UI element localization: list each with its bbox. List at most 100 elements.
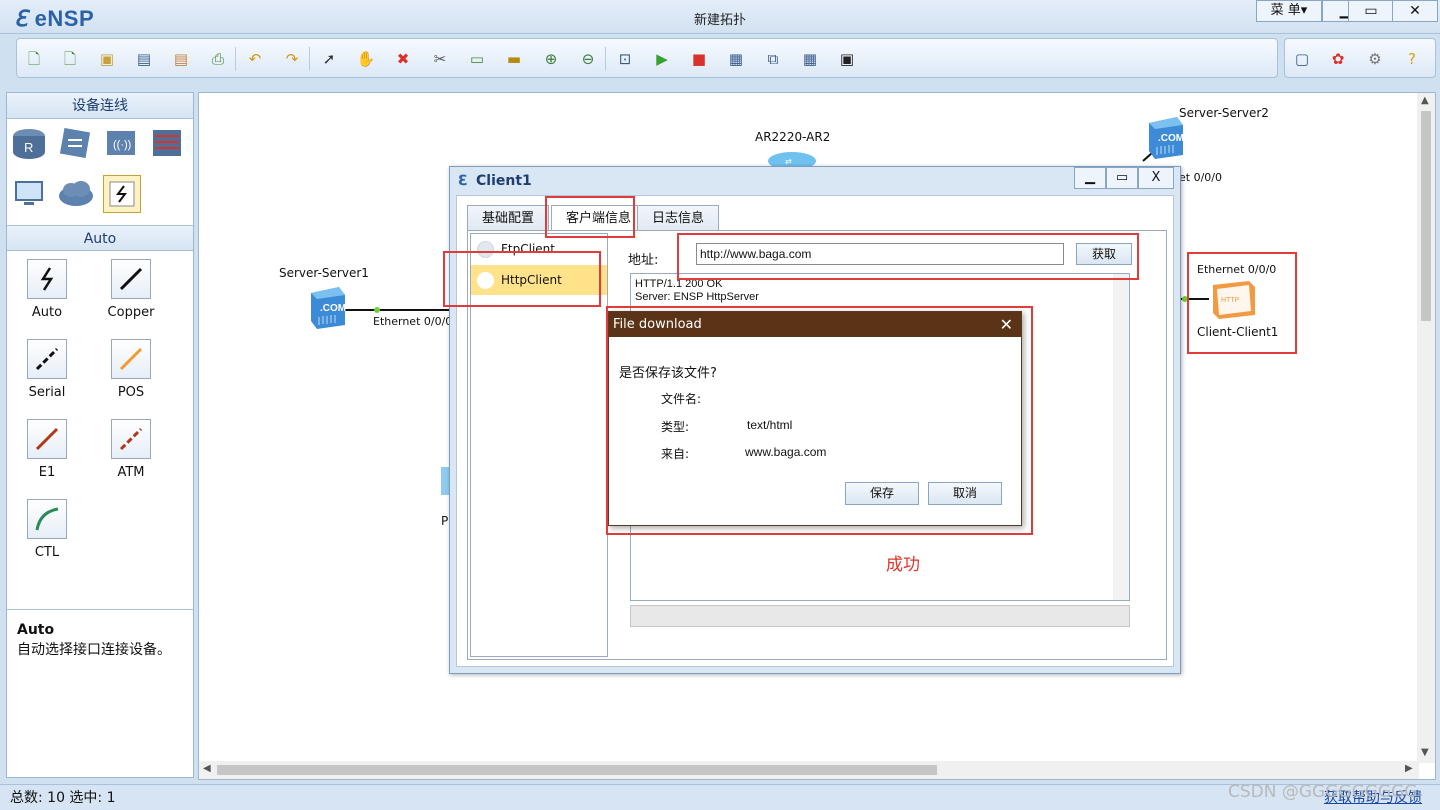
from-label: 来自: xyxy=(661,447,690,461)
svg-text:.COM: .COM xyxy=(1158,133,1184,144)
server1-port-label: Ethernet 0/0/0 xyxy=(373,315,453,328)
pc-icon[interactable] xyxy=(11,175,47,211)
cable-serial[interactable]: Serial xyxy=(17,339,77,400)
server2-icon[interactable]: .COM xyxy=(1145,115,1185,159)
help-icon[interactable]: ? xyxy=(1401,48,1423,70)
settings-icon[interactable]: ⚙ xyxy=(1364,48,1386,70)
device-category-grid: R ((·)) xyxy=(7,119,193,225)
rectangle-icon[interactable]: ▬ xyxy=(503,48,525,70)
cable-description: Auto 自动选择接口连接设备。 xyxy=(7,609,193,777)
save-button[interactable]: 保存 xyxy=(845,482,919,505)
cable-pos[interactable]: POS xyxy=(101,339,161,400)
close-button[interactable]: ✕ xyxy=(1392,0,1438,22)
cable-list: Auto Copper Serial POS E1 ATM CTL xyxy=(7,251,193,607)
cable-copper[interactable]: Copper xyxy=(101,259,161,320)
zoom-out-icon[interactable]: ⊖ xyxy=(577,48,599,70)
client-window-title: Client1 xyxy=(476,173,532,189)
server1-icon[interactable]: .COM xyxy=(307,285,347,329)
fit-icon[interactable]: ⊡ xyxy=(614,48,636,70)
server2-port-label: et 0/0/0 xyxy=(1179,171,1222,184)
cable-e1[interactable]: E1 xyxy=(17,419,77,480)
client-port-label: Ethernet 0/0/0 xyxy=(1197,263,1277,276)
cable-atm[interactable]: ATM xyxy=(101,419,161,480)
secondary-toolbar: ▢ ✿ ⚙ ? xyxy=(1284,38,1436,78)
chat-icon[interactable]: ▢ xyxy=(1291,48,1313,70)
cloud-icon[interactable] xyxy=(57,175,93,211)
print-icon[interactable]: ⎙ xyxy=(207,48,229,70)
new-topo-icon[interactable]: 🗋 xyxy=(23,48,45,70)
cable-auto[interactable]: Auto xyxy=(17,259,77,320)
list-item-ftpclient[interactable]: FtpClient xyxy=(471,234,607,264)
cable-ctl[interactable]: CTL xyxy=(17,499,77,560)
client-type-list: FtpClient HttpClient xyxy=(470,233,608,657)
delete-icon[interactable]: ✖ xyxy=(392,48,414,70)
response-line: HTTP/1.1 200 OK xyxy=(635,278,723,290)
svg-text:.COM: .COM xyxy=(320,303,346,314)
http-circle-icon xyxy=(477,272,494,289)
horizontal-scrollbar[interactable]: ◀ ▶ xyxy=(199,761,1419,779)
undo-icon[interactable]: ↶ xyxy=(244,48,266,70)
response-scrollbar[interactable] xyxy=(1113,274,1129,600)
maximize-button[interactable]: ▭ xyxy=(1348,0,1394,22)
type-value: text/html xyxy=(747,418,793,432)
svg-text:⇄: ⇄ xyxy=(785,157,792,166)
auto-cable-icon xyxy=(40,267,54,291)
type-label: 类型: xyxy=(661,420,690,434)
pos-cable-icon xyxy=(119,347,143,371)
description-text: 自动选择接口连接设备。 xyxy=(17,642,171,658)
client-minimize-button[interactable]: ▁ xyxy=(1074,167,1106,189)
main-toolbar: 🗋 🗋 ▣ ▤ ▤ ⎙ ↶ ↷ ➚ ✋ ✖ ✂ ▭ ▬ ⊕ ⊖ ⊡ ▶ ■ ▦ … xyxy=(16,38,1278,78)
save-icon[interactable]: ▤ xyxy=(133,48,155,70)
copper-cable-icon xyxy=(119,267,143,291)
stop-icon[interactable]: ■ xyxy=(688,48,710,70)
new-lab-icon[interactable]: 🗋 xyxy=(59,48,81,70)
tab-client-info[interactable]: 客户端信息 xyxy=(551,205,647,233)
firewall-icon[interactable] xyxy=(149,125,185,161)
tab-basic-config[interactable]: 基础配置 xyxy=(467,205,550,231)
select-icon[interactable]: ➚ xyxy=(318,48,340,70)
client-close-button[interactable]: X xyxy=(1138,167,1174,189)
text-icon[interactable]: ▭ xyxy=(466,48,488,70)
router-label: AR2220-AR2 xyxy=(755,130,831,144)
status-bar: 总数: 10 选中: 1 获取帮助与反馈 xyxy=(0,784,1440,810)
address-input[interactable]: http://www.baga.com xyxy=(696,243,1064,265)
pan-icon[interactable]: ✋ xyxy=(355,48,377,70)
vertical-scrollbar[interactable]: ▲ ▼ xyxy=(1417,93,1435,763)
watermark: CSDN @GGGGGGGGG xyxy=(1228,782,1418,802)
atm-cable-icon xyxy=(119,427,143,451)
zoom-in-icon[interactable]: ⊕ xyxy=(540,48,562,70)
topology-icon[interactable]: ⧉ xyxy=(762,48,784,70)
menu-button[interactable]: 菜 单▾ xyxy=(1256,0,1322,22)
capture-icon[interactable]: ▦ xyxy=(725,48,747,70)
file-download-title: File download xyxy=(613,317,702,332)
progress-bar xyxy=(630,605,1130,627)
grid-icon[interactable]: ▦ xyxy=(799,48,821,70)
router-icon[interactable]: R xyxy=(11,125,47,161)
switch-icon[interactable] xyxy=(57,125,93,161)
list-item-httpclient[interactable]: HttpClient xyxy=(471,265,607,295)
redo-icon[interactable]: ↷ xyxy=(281,48,303,70)
title-bar: ℇ eNSP 新建拓扑 菜 单▾ ▁ ▭ ✕ xyxy=(0,0,1440,34)
wireless-icon[interactable]: ((·)) xyxy=(103,125,139,161)
svg-text:HTTP: HTTP xyxy=(1221,297,1240,304)
delete-link-icon[interactable]: ✂ xyxy=(429,48,451,70)
client-label: Client-Client1 xyxy=(1197,325,1279,339)
cancel-button[interactable]: 取消 xyxy=(928,482,1002,505)
svg-text:((·)): ((·)) xyxy=(113,139,131,151)
cli-icon[interactable]: ▣ xyxy=(836,48,858,70)
fetch-button[interactable]: 获取 xyxy=(1076,243,1132,265)
client-maximize-button[interactable]: ▭ xyxy=(1106,167,1138,189)
huawei-icon[interactable]: ✿ xyxy=(1327,48,1349,70)
save-as-icon[interactable]: ▤ xyxy=(170,48,192,70)
open-icon[interactable]: ▣ xyxy=(96,48,118,70)
close-icon[interactable]: ✕ xyxy=(1000,312,1013,337)
server1-label: Server-Server1 xyxy=(279,266,369,280)
status-count: 总数: 10 选中: 1 xyxy=(10,790,116,806)
server2-label: Server-Server2 xyxy=(1179,106,1269,120)
tab-log-info[interactable]: 日志信息 xyxy=(637,205,720,231)
client-icon[interactable]: HTTP xyxy=(1207,277,1259,321)
start-icon[interactable]: ▶ xyxy=(651,48,673,70)
svg-text:R: R xyxy=(24,140,33,155)
link-category-icon[interactable] xyxy=(103,175,141,213)
filename-label: 文件名: xyxy=(661,392,702,406)
